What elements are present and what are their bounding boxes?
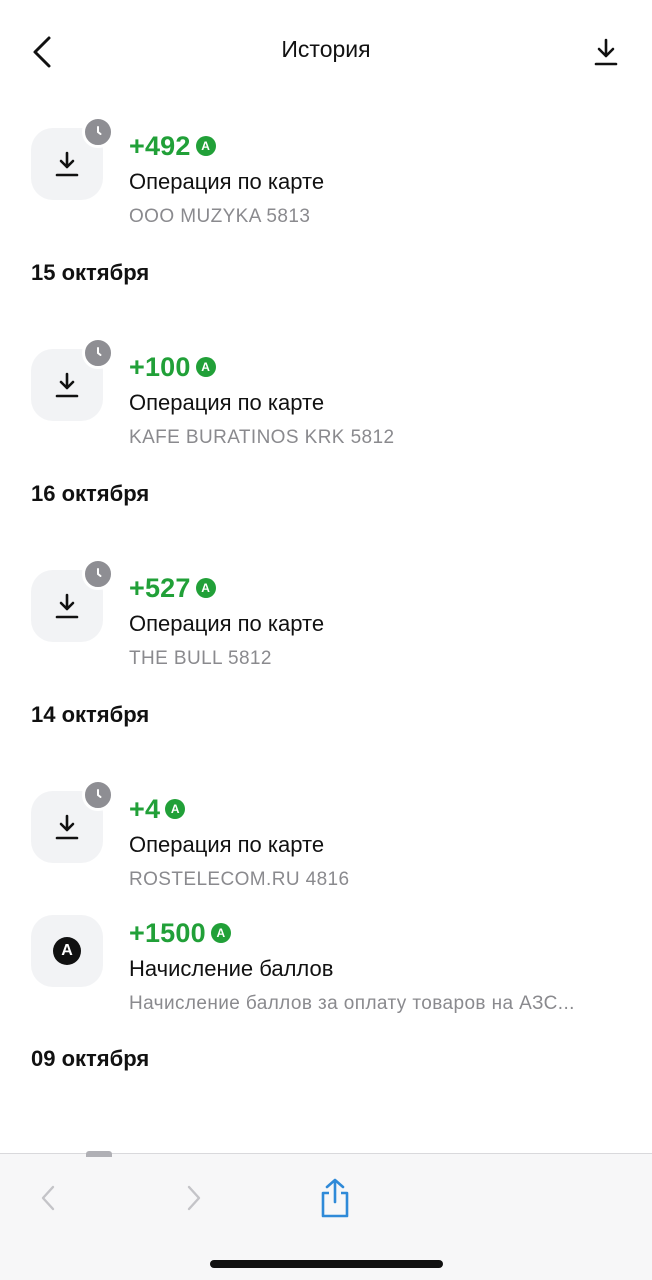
transaction-title: Операция по карте xyxy=(129,390,325,415)
browser-toolbar xyxy=(0,1151,652,1280)
pending-clock-icon xyxy=(82,337,114,369)
chevron-left-icon xyxy=(41,1185,55,1211)
date-label: 09 октября xyxy=(31,1046,150,1071)
transaction-item[interactable]: +100 A Операция по карте KAFE BURATINOS … xyxy=(0,321,652,469)
next-item-peek xyxy=(86,1151,112,1157)
transaction-title: Операция по карте xyxy=(129,169,325,194)
transaction-item[interactable]: +4 A Операция по карте ROSTELECOM.RU 481… xyxy=(0,763,652,911)
transaction-merchant: ROSTELECOM.RU 4816 xyxy=(129,869,350,890)
pending-clock-icon xyxy=(82,558,114,590)
header: История xyxy=(0,0,652,100)
transaction-item[interactable]: +527 A Операция по карте THE BULL 5812 xyxy=(0,542,652,690)
browser-back-button[interactable] xyxy=(30,1178,66,1218)
amount: +4 xyxy=(129,793,161,824)
share-icon xyxy=(321,1178,349,1218)
points-badge: A xyxy=(195,136,216,156)
browser-forward-button[interactable] xyxy=(176,1178,212,1218)
transaction-item[interactable]: +492 A Операция по карте ООО MUZYKA 5813 xyxy=(0,100,652,248)
amount: +527 xyxy=(129,572,191,603)
amount: +1500 xyxy=(129,917,206,948)
points-icon: A xyxy=(53,937,81,965)
transaction-description: Начисление баллов за оплату товаров на А… xyxy=(129,993,575,1014)
transaction-title: Начисление баллов xyxy=(129,956,334,981)
download-icon xyxy=(55,814,79,840)
date-header: 14 октября xyxy=(0,690,652,763)
amount: +100 xyxy=(129,351,191,382)
points-badge: A xyxy=(165,799,186,819)
download-button[interactable] xyxy=(586,30,626,74)
amount: +492 xyxy=(129,130,191,161)
date-label: 14 октября xyxy=(31,702,150,727)
amount-row: +527 A xyxy=(129,572,216,604)
pending-clock-icon xyxy=(82,779,114,811)
share-button[interactable] xyxy=(313,1174,357,1222)
page-title: История xyxy=(281,36,371,62)
transaction-icon: A xyxy=(31,915,103,987)
date-label: 15 октября xyxy=(31,260,150,285)
amount-row: +100 A xyxy=(129,351,216,383)
home-indicator xyxy=(210,1260,443,1268)
transaction-title: Операция по карте xyxy=(129,611,325,636)
amount-row: +1500 A xyxy=(129,917,231,949)
date-header: 15 октября xyxy=(0,248,652,321)
history-screen: История +492 A Операция по карте ООО MUZ… xyxy=(0,0,652,1280)
transaction-list: +492 A Операция по карте ООО MUZYKA 5813… xyxy=(0,100,652,1128)
date-label: 16 октября xyxy=(31,481,150,506)
transaction-title: Операция по карте xyxy=(129,832,325,857)
download-icon xyxy=(55,593,79,619)
points-badge: A xyxy=(195,578,216,598)
download-icon xyxy=(55,372,79,398)
amount-row: +4 A xyxy=(129,793,186,825)
date-header: 16 октября xyxy=(0,469,652,542)
points-badge: A xyxy=(210,923,231,943)
chevron-right-icon xyxy=(187,1185,201,1211)
transaction-merchant: THE BULL 5812 xyxy=(129,648,272,669)
transaction-merchant: KAFE BURATINOS KRK 5812 xyxy=(129,427,395,448)
download-icon xyxy=(594,38,618,66)
download-icon xyxy=(55,151,79,177)
pending-clock-icon xyxy=(82,116,114,148)
points-badge: A xyxy=(195,357,216,377)
amount-row: +492 A xyxy=(129,130,216,162)
transaction-item[interactable]: A +1500 A Начисление баллов Начисление б… xyxy=(0,911,652,1055)
date-header: 09 октября xyxy=(0,1046,652,1128)
transaction-merchant: ООО MUZYKA 5813 xyxy=(129,206,311,227)
